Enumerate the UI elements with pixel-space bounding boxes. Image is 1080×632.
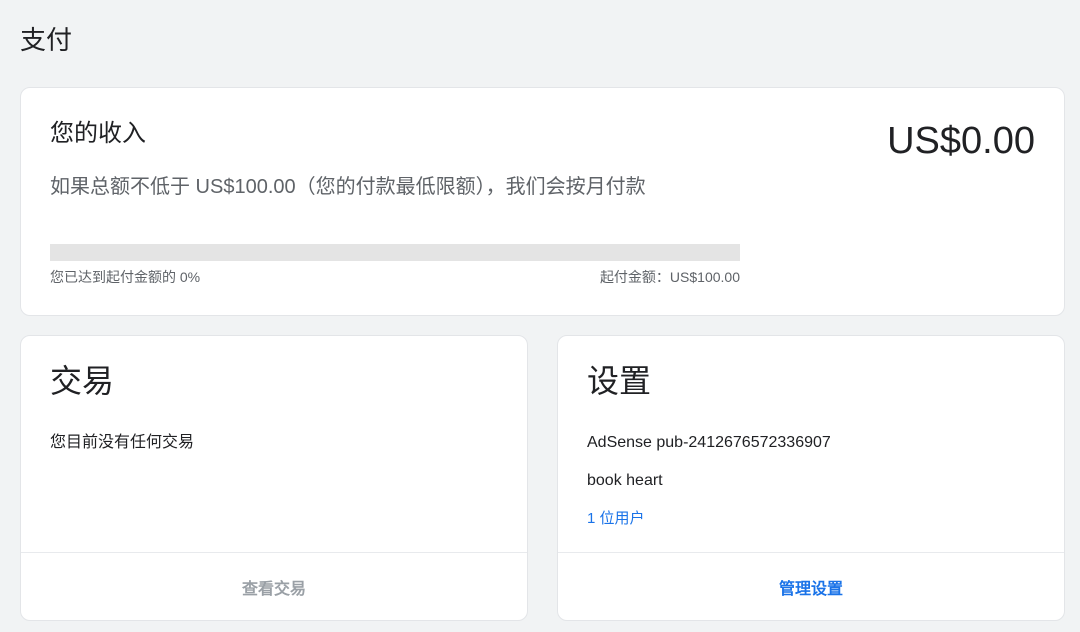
publisher-id: AdSense pub-2412676572336907 bbox=[587, 434, 831, 451]
transactions-title: 交易 bbox=[50, 363, 115, 399]
earnings-title: 您的收入 bbox=[50, 120, 146, 147]
view-transactions-button[interactable]: 查看交易 bbox=[21, 553, 527, 621]
manage-settings-button[interactable]: 管理设置 bbox=[558, 553, 1064, 621]
transactions-empty-message: 您目前没有任何交易 bbox=[50, 434, 195, 451]
transactions-card: 交易 您目前没有任何交易 查看交易 bbox=[20, 335, 528, 621]
earnings-amount: US$0.00 bbox=[887, 120, 1035, 162]
progress-percentage-label: 您已达到起付金额的 0% bbox=[50, 269, 201, 285]
page-title: 支付 bbox=[20, 25, 73, 55]
earnings-card: 您的收入 US$0.00 如果总额不低于 US$100.00（您的付款最低限额）… bbox=[20, 87, 1065, 316]
earnings-description: 如果总额不低于 US$100.00（您的付款最低限额），我们会按月付款 bbox=[50, 176, 646, 198]
payment-threshold-label: 起付金额：US$100.00 bbox=[599, 269, 740, 285]
account-name: book heart bbox=[587, 472, 663, 489]
settings-title: 设置 bbox=[587, 363, 652, 399]
users-link[interactable]: 1 位用户 bbox=[587, 508, 645, 530]
settings-card: 设置 AdSense pub-2412676572336907 book hea… bbox=[557, 335, 1065, 621]
payment-threshold-progress-bar bbox=[50, 244, 740, 261]
